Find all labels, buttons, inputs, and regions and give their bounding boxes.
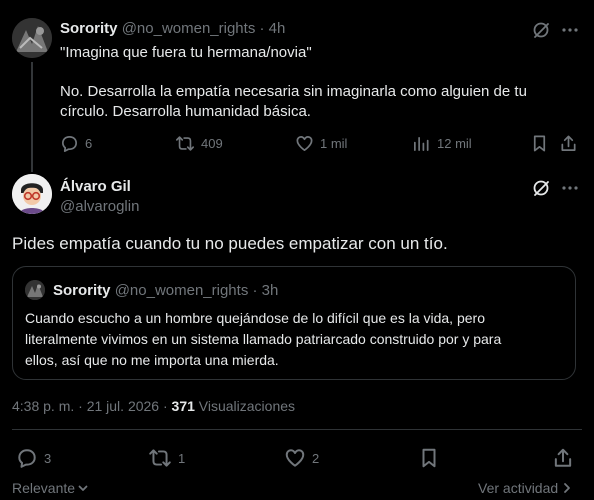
- quoted-text-line1: Cuando escucho a un hombre quejándose de…: [25, 310, 485, 326]
- main-avatar[interactable]: [12, 174, 52, 214]
- post-timestamp[interactable]: 4:38 p. m. · 21 jul. 2026 ·: [12, 398, 168, 414]
- quoted-time: 3h: [261, 282, 279, 299]
- view-activity-link[interactable]: Ver actividad: [478, 480, 572, 496]
- quoted-text-line2: literalmente vivimos en un sistema llama…: [25, 331, 502, 347]
- parent-avatar-image: [12, 18, 52, 58]
- post-meta: 4:38 p. m. · 21 jul. 2026 · 371 Visualiz…: [12, 398, 295, 414]
- parent-text-line2: No. Desarrolla la empatía necesaria sin …: [60, 83, 527, 100]
- activity-label: Ver actividad: [478, 480, 559, 496]
- parent-post-header: Sorority @no_women_rights · 4h: [60, 20, 285, 37]
- parent-like-count: 1 mil: [320, 136, 348, 151]
- quoted-author-name: Sorority: [53, 282, 111, 299]
- quoted-dot: ·: [252, 282, 258, 299]
- quoted-text-line3: ellos, así que no me importa una mierda.: [25, 352, 279, 368]
- parent-views-button[interactable]: 12 mil: [412, 134, 472, 153]
- quoted-handle: @no_women_rights: [114, 282, 249, 299]
- views-label: Visualizaciones: [198, 398, 296, 414]
- parent-view-count: 12 mil: [437, 136, 472, 151]
- reply-icon: [18, 449, 36, 468]
- main-repost-count: 1: [178, 450, 186, 466]
- parent-share-button[interactable]: [559, 134, 578, 158]
- quoted-avatar-image: [25, 280, 45, 300]
- parent-more-icon[interactable]: [560, 20, 580, 45]
- views-chart-icon: [413, 136, 429, 152]
- bookmark-icon: [533, 135, 546, 152]
- main-grok-icon[interactable]: [531, 178, 551, 203]
- thread-line: [31, 62, 33, 172]
- heart-icon: [285, 449, 305, 467]
- quoted-avatar: [25, 280, 45, 300]
- parent-reply-button[interactable]: 6: [60, 134, 92, 153]
- sort-label: Relevante: [12, 480, 76, 496]
- parent-dot: ·: [259, 20, 265, 37]
- parent-time[interactable]: 4h: [269, 20, 286, 37]
- main-share-button[interactable]: [552, 447, 574, 474]
- main-like-count: 2: [312, 450, 320, 466]
- parent-grok-icon[interactable]: [531, 20, 551, 45]
- main-reply-count: 3: [44, 450, 52, 466]
- heart-icon: [296, 135, 313, 152]
- parent-avatar[interactable]: [12, 18, 52, 58]
- parent-reply-count: 6: [85, 136, 93, 151]
- parent-text-line3: círculo. Desarrolla humanidad básica.: [60, 103, 311, 120]
- main-reply-button[interactable]: 3: [16, 447, 51, 469]
- chevron-down-icon: [78, 485, 88, 491]
- main-more-icon[interactable]: [560, 178, 580, 203]
- quoted-post-text: Cuando escucho a un hombre quejándose de…: [25, 308, 501, 371]
- repost-icon: [176, 136, 194, 151]
- sort-dropdown[interactable]: Relevante: [12, 480, 89, 496]
- parent-text-line1: "Imagina que fuera tu hermana/novia": [60, 44, 312, 61]
- parent-repost-count: 409: [201, 136, 223, 151]
- main-author-name[interactable]: Álvaro Gil: [60, 178, 131, 195]
- quoted-post-card[interactable]: Sorority @no_women_rights · 3h Cuando es…: [12, 266, 576, 380]
- quoted-post-header: Sorority @no_women_rights · 3h: [53, 282, 278, 299]
- parent-author-name[interactable]: Sorority: [60, 20, 118, 37]
- share-icon: [561, 135, 576, 152]
- parent-post-text: "Imagina que fuera tu hermana/novia" No.…: [60, 43, 527, 122]
- main-repost-button[interactable]: 1: [148, 447, 185, 469]
- parent-bookmark-button[interactable]: [530, 134, 549, 158]
- meta-divider: [12, 429, 582, 430]
- bookmark-icon: [422, 448, 436, 468]
- main-post-text: Pides empatía cuando tu no puedes empati…: [12, 234, 448, 253]
- main-handle[interactable]: @alvaroglin: [60, 198, 139, 215]
- repost-icon: [149, 449, 171, 467]
- main-bookmark-button[interactable]: [418, 447, 440, 474]
- reply-icon: [61, 135, 78, 152]
- parent-repost-button[interactable]: 409: [175, 134, 223, 153]
- chevron-right-icon: [564, 483, 571, 493]
- parent-like-button[interactable]: 1 mil: [295, 134, 347, 153]
- parent-handle[interactable]: @no_women_rights: [122, 20, 256, 37]
- main-like-button[interactable]: 2: [284, 447, 319, 469]
- view-count: 371: [171, 398, 195, 414]
- share-icon: [554, 448, 572, 467]
- main-avatar-image: [12, 174, 52, 214]
